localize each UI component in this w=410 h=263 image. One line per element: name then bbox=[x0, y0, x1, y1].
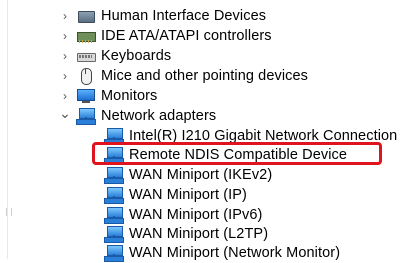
tree-item-wan-ipv6[interactable]: WAN Miniport (IPv6) bbox=[104, 205, 263, 225]
keyboard-icon bbox=[76, 47, 96, 65]
tree-item-wan-l2tp[interactable]: WAN Miniport (L2TP) bbox=[104, 224, 268, 244]
hid-device-icon bbox=[76, 7, 96, 25]
tree-item-label: WAN Miniport (IPv6) bbox=[129, 207, 263, 223]
tree-item-keyboards[interactable]: › Keyboards bbox=[58, 46, 171, 66]
tree-item-label: Monitors bbox=[101, 88, 158, 104]
tree-item-wan-network-monitor[interactable]: WAN Miniport (Network Monitor) bbox=[104, 243, 340, 263]
tree-item-mice[interactable]: › Mice and other pointing devices bbox=[58, 66, 308, 86]
mouse-icon bbox=[76, 67, 96, 85]
chevron-right-icon[interactable]: › bbox=[58, 26, 72, 46]
ide-controller-icon bbox=[76, 27, 96, 45]
tree-item-label: Network adapters bbox=[101, 108, 217, 124]
tree-item-wan-ip[interactable]: WAN Miniport (IP) bbox=[104, 185, 247, 205]
network-adapter-icon bbox=[104, 186, 124, 204]
tree-item-label: IDE ATA/ATAPI controllers bbox=[101, 28, 272, 44]
tree-item-label: Mice and other pointing devices bbox=[101, 68, 309, 84]
network-adapter-icon bbox=[104, 244, 124, 262]
network-adapter-icon bbox=[76, 107, 96, 125]
monitor-icon bbox=[76, 87, 96, 105]
tree-item-label: Keyboards bbox=[101, 48, 172, 64]
chevron-right-icon[interactable]: › bbox=[58, 66, 72, 86]
tree-item-label: WAN Miniport (IP) bbox=[129, 187, 247, 203]
tree-item-network-adapters[interactable]: ⌄ Network adapters bbox=[58, 103, 217, 126]
tree-item-label: WAN Miniport (Network Monitor) bbox=[129, 245, 341, 261]
network-adapter-icon bbox=[104, 206, 124, 224]
tree-item-label: WAN Miniport (IKEv2) bbox=[129, 167, 273, 183]
network-adapter-icon bbox=[104, 225, 124, 243]
chevron-down-icon[interactable]: ⌄ bbox=[58, 103, 72, 123]
tree-item-ide-controllers[interactable]: › IDE ATA/ATAPI controllers bbox=[58, 26, 272, 46]
network-adapter-icon bbox=[104, 166, 124, 184]
chevron-right-icon[interactable]: › bbox=[58, 6, 72, 26]
tree-item-wan-ikev2[interactable]: WAN Miniport (IKEv2) bbox=[104, 165, 272, 185]
highlight-annotation bbox=[92, 142, 382, 165]
tree-item-label: Human Interface Devices bbox=[101, 8, 267, 24]
tree-item-human-interface-devices[interactable]: › Human Interface Devices bbox=[58, 6, 266, 26]
tree-item-monitors[interactable]: › Monitors bbox=[58, 86, 157, 106]
device-tree: › Human Interface Devices › IDE ATA/ATAP… bbox=[0, 0, 410, 262]
tree-item-label: WAN Miniport (L2TP) bbox=[129, 226, 269, 242]
chevron-right-icon[interactable]: › bbox=[58, 46, 72, 66]
